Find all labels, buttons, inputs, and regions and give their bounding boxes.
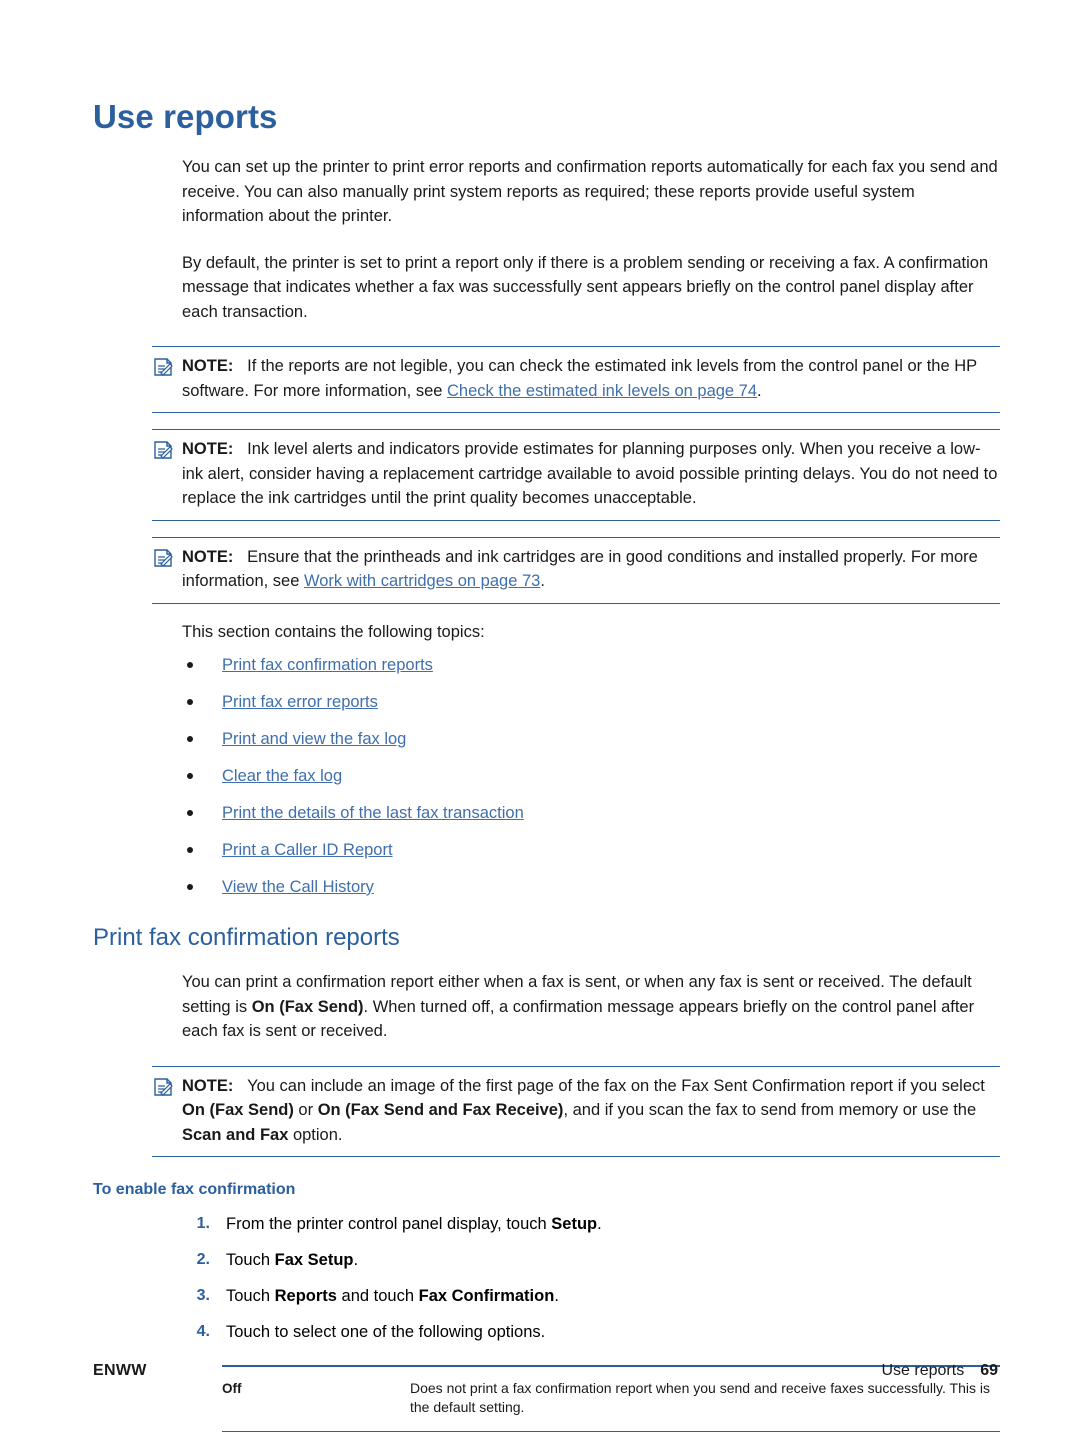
step-part-2: . bbox=[597, 1215, 602, 1233]
procedure-steps: 1. From the printer control panel display… bbox=[182, 1213, 1000, 1343]
topic-link-clear-the-fax-log[interactable]: Clear the fax log bbox=[222, 767, 342, 785]
option-key: Off bbox=[222, 1381, 242, 1396]
note-icon bbox=[153, 357, 173, 377]
step-number: 1. bbox=[196, 1215, 210, 1232]
note-bold-3: Scan and Fax bbox=[182, 1125, 289, 1144]
step-part-1: Touch to select one of the following opt… bbox=[226, 1323, 546, 1341]
list-item: View the Call History bbox=[182, 876, 1000, 898]
step-4: 4. Touch to select one of the following o… bbox=[182, 1321, 1000, 1343]
list-item: Print and view the fax log bbox=[182, 728, 1000, 750]
note-text-2: NOTE: Ink level alerts and indicators pr… bbox=[152, 437, 1000, 511]
note-text-4: NOTE: You can include an image of the fi… bbox=[152, 1074, 1000, 1148]
note-part-4: option. bbox=[288, 1125, 343, 1144]
note-part-2: or bbox=[293, 1101, 318, 1119]
list-item: Print a Caller ID Report bbox=[182, 839, 1000, 861]
intro-paragraph-2: By default, the printer is set to print … bbox=[182, 253, 989, 321]
step-bold-1: Fax Setup bbox=[274, 1251, 354, 1269]
footer-section-label: Use reports bbox=[881, 1362, 965, 1379]
note-icon bbox=[153, 548, 173, 568]
step-number: 2. bbox=[196, 1251, 210, 1268]
step-bold-2: Fax Confirmation bbox=[418, 1287, 555, 1305]
list-item: Clear the fax log bbox=[182, 765, 1000, 787]
topic-link-print-caller-id-report[interactable]: Print a Caller ID Report bbox=[222, 841, 393, 859]
topic-link-print-fax-error-reports[interactable]: Print fax error reports bbox=[222, 693, 378, 711]
note-icon bbox=[153, 440, 173, 460]
step-part-3: . bbox=[554, 1287, 559, 1305]
page-number: 69 bbox=[980, 1362, 998, 1379]
section-intro: This section contains the following topi… bbox=[182, 622, 485, 641]
topic-link-print-details-last-fax-transaction[interactable]: Print the details of the last fax transa… bbox=[222, 804, 524, 822]
page-title: Use reports bbox=[93, 98, 278, 135]
note-label: NOTE: bbox=[182, 357, 234, 375]
step-3: 3. Touch Reports and touch Fax Confirmati… bbox=[182, 1285, 1000, 1307]
procedure-title: To enable fax confirmation bbox=[93, 1181, 296, 1198]
step-bold-1: Setup bbox=[551, 1215, 598, 1233]
step-number: 3. bbox=[196, 1287, 210, 1304]
note-icon bbox=[153, 1077, 173, 1097]
topics-list: Print fax confirmation reports Print fax… bbox=[182, 654, 1000, 898]
list-item: Print fax confirmation reports bbox=[182, 654, 1000, 676]
document-page: Use reports You can set up the printer t… bbox=[0, 0, 1080, 1437]
topic-link-print-and-view-the-fax-log[interactable]: Print and view the fax log bbox=[222, 730, 406, 748]
topic-link-view-the-call-history[interactable]: View the Call History bbox=[222, 878, 374, 896]
step-number: 4. bbox=[196, 1323, 210, 1340]
note-label: NOTE: bbox=[182, 1076, 234, 1095]
note-bold-1: On (Fax Send) bbox=[182, 1101, 294, 1119]
bold-on-fax-send: On (Fax Send) bbox=[251, 997, 364, 1016]
note-body-after: . bbox=[757, 381, 762, 400]
note-label: NOTE: bbox=[182, 440, 234, 458]
note-block-4: NOTE: You can include an image of the fi… bbox=[152, 1065, 1000, 1157]
step-2: 2. Touch Fax Setup. bbox=[182, 1249, 1000, 1271]
list-item: Print fax error reports bbox=[182, 691, 1000, 713]
note-part-1: You can include an image of the first pa… bbox=[247, 1076, 985, 1095]
note-block-1: NOTE: If the reports are not legible, yo… bbox=[152, 346, 1000, 413]
link-check-ink-levels[interactable]: Check the estimated ink levels on page 7… bbox=[447, 382, 757, 400]
note-text-1: NOTE: If the reports are not legible, yo… bbox=[152, 354, 1000, 403]
list-item: Print the details of the last fax transa… bbox=[182, 802, 1000, 824]
note-body: Ink level alerts and indicators provide … bbox=[182, 440, 998, 507]
step-bold-1: Reports bbox=[274, 1287, 337, 1305]
step-part-1: Touch bbox=[226, 1251, 275, 1269]
note-block-3: NOTE: Ensure that the printheads and ink… bbox=[152, 536, 1000, 604]
step-part-2: and touch bbox=[336, 1287, 419, 1305]
note-block-2: NOTE: Ink level alerts and indicators pr… bbox=[152, 429, 1000, 521]
intro-paragraph-1: You can set up the printer to print erro… bbox=[182, 158, 998, 225]
note-body: Ensure that the printheads and ink cartr… bbox=[182, 547, 978, 591]
link-work-with-cartridges[interactable]: Work with cartridges on page 73 bbox=[304, 572, 540, 590]
page-content: You can set up the printer to print erro… bbox=[93, 155, 1000, 1432]
step-part-1: From the printer control panel display, … bbox=[226, 1215, 552, 1233]
note-label: NOTE: bbox=[182, 547, 234, 566]
note-part-3: , and if you scan the fax to send from m… bbox=[563, 1101, 977, 1119]
note-body-after: . bbox=[540, 572, 545, 590]
subsection-title: Print fax confirmation reports bbox=[93, 924, 400, 951]
step-part-1: Touch bbox=[226, 1287, 275, 1305]
subsection-paragraph: You can print a confirmation report eith… bbox=[182, 970, 1000, 1044]
step-part-2: . bbox=[353, 1251, 359, 1269]
note-text-3: NOTE: Ensure that the printheads and ink… bbox=[152, 545, 1000, 594]
footer-right: Use reports 69 bbox=[882, 1362, 999, 1380]
step-1: 1. From the printer control panel display… bbox=[182, 1213, 1000, 1235]
topic-link-print-fax-confirmation-reports[interactable]: Print fax confirmation reports bbox=[222, 656, 433, 674]
footer-left: ENWW bbox=[93, 1362, 147, 1379]
note-bold-2: On (Fax Send and Fax Receive) bbox=[317, 1101, 564, 1119]
